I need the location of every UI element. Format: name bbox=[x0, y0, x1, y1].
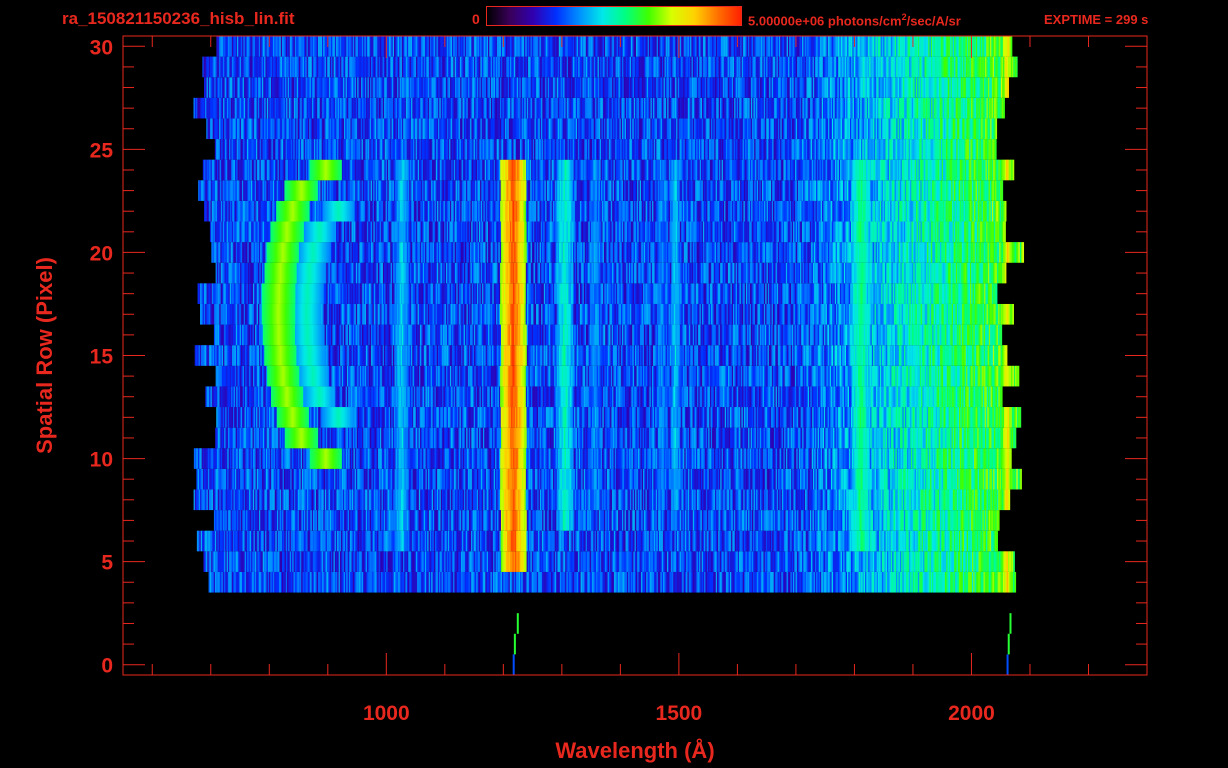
heatmap-cell bbox=[1013, 551, 1015, 572]
spectral-image bbox=[193, 36, 1025, 675]
heatmap-cell bbox=[1010, 448, 1012, 469]
heatmap-cell bbox=[1014, 571, 1017, 593]
heatmap-cell bbox=[1008, 489, 1011, 511]
heatmap-cell bbox=[997, 510, 1000, 531]
heatmap-cell bbox=[996, 530, 998, 552]
spectral-image-plot: 1000 1500 2000051015202530 Wavelength (Å) … bbox=[32, 35, 1148, 763]
heatmap-cell bbox=[1020, 468, 1022, 490]
